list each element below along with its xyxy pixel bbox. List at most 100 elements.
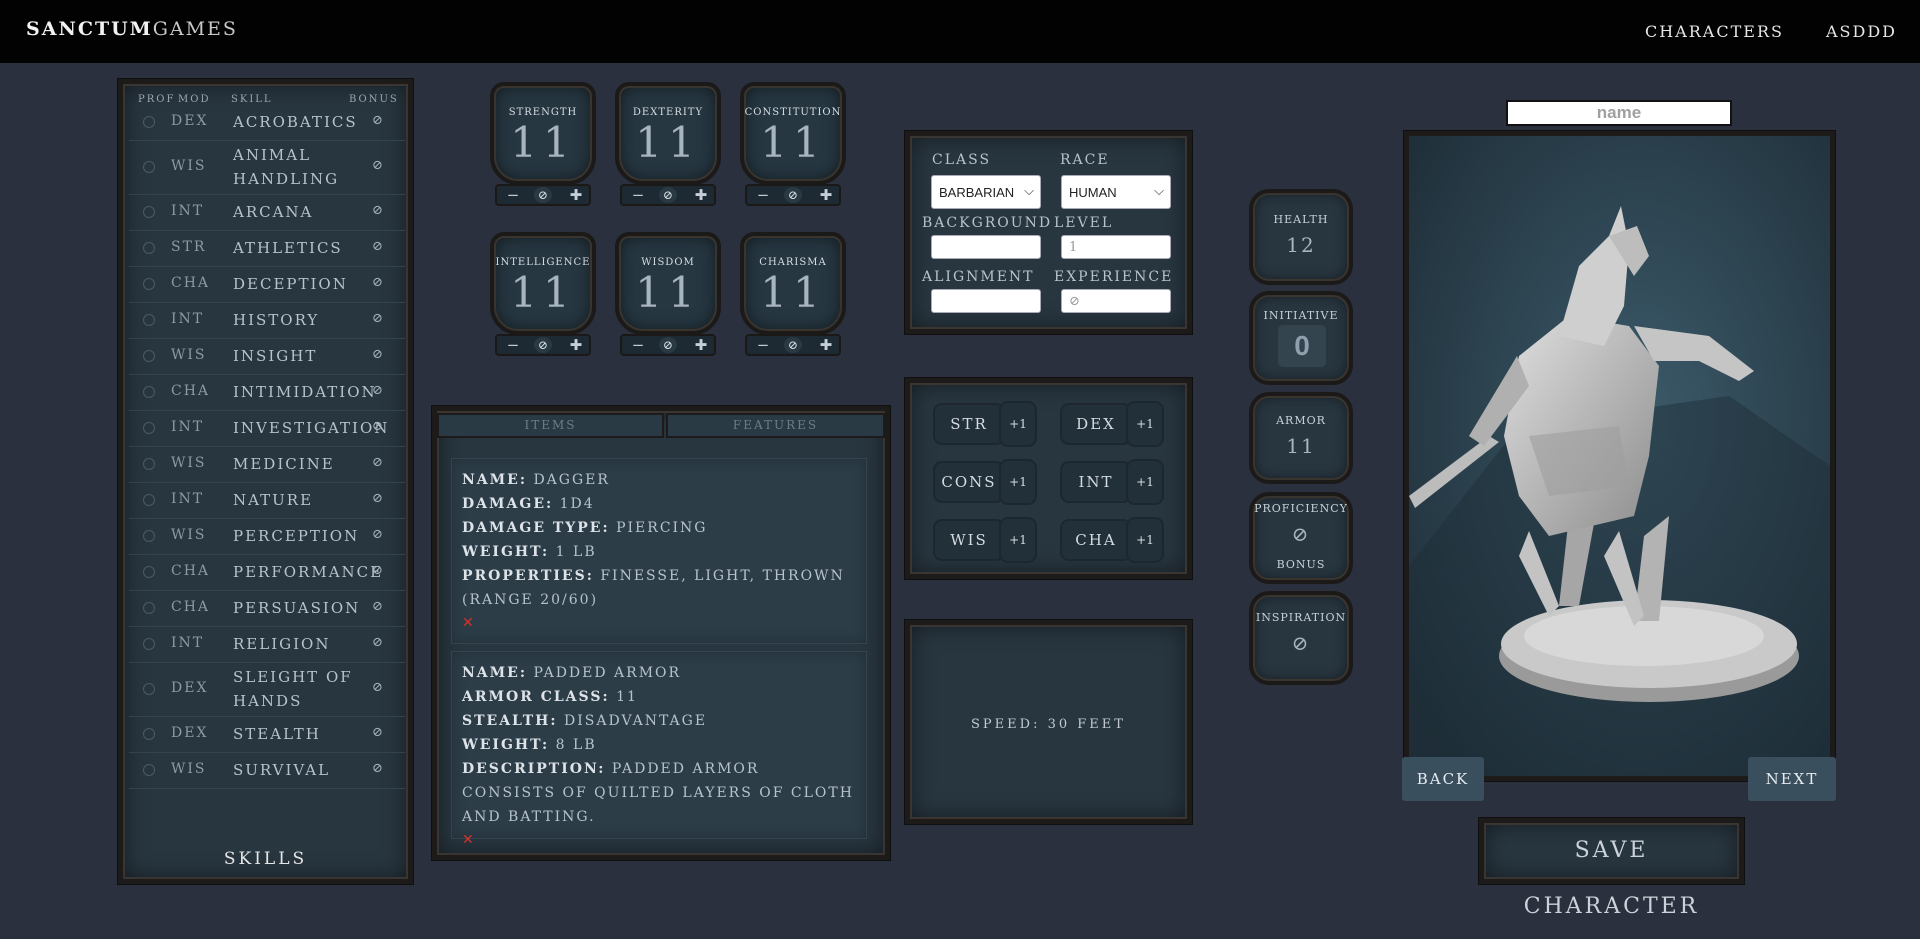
- skill-name: INTIMIDATION: [233, 383, 377, 401]
- plus-icon[interactable]: ✚: [815, 186, 837, 204]
- skill-bonus: ⊘: [372, 761, 383, 776]
- ability-strength: STRENGTH 11 − ⊘ ✚: [490, 82, 596, 206]
- race-label: RACE: [1060, 152, 1110, 168]
- reset-icon[interactable]: ⊘: [659, 187, 677, 203]
- proficiency-radio[interactable]: [143, 161, 155, 173]
- skill-row-religion: INT RELIGION ⊘: [129, 626, 405, 663]
- back-button[interactable]: BACK: [1402, 757, 1484, 801]
- class-select[interactable]: BARBARIAN ⌵: [931, 175, 1041, 209]
- plus-icon[interactable]: ✚: [815, 336, 837, 354]
- proficiency-radio[interactable]: [143, 683, 155, 695]
- minus-icon[interactable]: −: [627, 336, 649, 354]
- proficiency-radio[interactable]: [143, 458, 155, 470]
- minus-icon[interactable]: −: [502, 186, 524, 204]
- proficiency-radio[interactable]: [143, 386, 155, 398]
- inspiration-value[interactable]: ⊘: [1253, 631, 1349, 655]
- ability-score: 11: [635, 268, 701, 317]
- skill-name: DECEPTION: [233, 275, 348, 293]
- skill-name: NATURE: [233, 491, 314, 509]
- proficiency-radio[interactable]: [143, 638, 155, 650]
- inventory-panel: ITEMS FEATURES NAME: DAGGER DAMAGE: 1D4 DA…: [432, 406, 890, 860]
- skill-name: ANIMAL HANDLING: [233, 146, 340, 188]
- reset-icon[interactable]: ⊘: [534, 337, 552, 353]
- minus-icon[interactable]: −: [752, 336, 774, 354]
- proficiency-radio[interactable]: [143, 278, 155, 290]
- proficiency-radio[interactable]: [143, 530, 155, 542]
- skill-bonus: ⊘: [372, 491, 383, 506]
- item-attribute-value: 11: [609, 689, 638, 705]
- modifier-value: +1: [999, 517, 1037, 563]
- item-attribute: STEALTH: DISADVANTAGE: [462, 709, 856, 733]
- brand-logo[interactable]: SANCTUMGAMES: [26, 18, 238, 40]
- skill-name: ATHLETICS: [233, 239, 343, 257]
- modifier-value: +1: [999, 401, 1037, 447]
- level-input[interactable]: 1: [1061, 235, 1171, 259]
- ability-stepper: − ⊘ ✚: [620, 184, 716, 206]
- item-attribute-value: PADDED ARMOR: [527, 665, 682, 681]
- minus-icon[interactable]: −: [627, 186, 649, 204]
- modifier-wis: WIS +1: [933, 517, 1037, 563]
- proficiency-radio[interactable]: [143, 566, 155, 578]
- background-label: BACKGROUND: [922, 215, 1053, 231]
- proficiency-radio[interactable]: [143, 422, 155, 434]
- alignment-input[interactable]: [931, 289, 1041, 313]
- nav-characters-link[interactable]: CHARACTERS: [1645, 22, 1784, 41]
- reset-icon[interactable]: ⊘: [784, 337, 802, 353]
- minus-icon[interactable]: −: [752, 186, 774, 204]
- plus-icon[interactable]: ✚: [690, 186, 712, 204]
- proficiency-radio[interactable]: [143, 350, 155, 362]
- character-name-input[interactable]: name: [1506, 100, 1732, 126]
- tab-features[interactable]: FEATURES: [666, 413, 885, 438]
- ability-charisma: CHARISMA 11 − ⊘ ✚: [740, 232, 846, 356]
- skill-modifier: INT: [171, 419, 205, 435]
- item-attribute-key: DAMAGE:: [462, 496, 554, 512]
- ability-score: 11: [760, 118, 826, 167]
- skill-name: ACROBATICS: [233, 113, 358, 131]
- item-attribute-value: DISADVANTAGE: [557, 713, 708, 729]
- initiative-value[interactable]: 0: [1278, 325, 1326, 367]
- plus-icon[interactable]: ✚: [690, 336, 712, 354]
- skill-row-acrobatics: DEX ACROBATICS ⊘: [129, 104, 405, 141]
- item-attribute-key: PROPERTIES:: [462, 568, 594, 584]
- skill-bonus: ⊘: [372, 203, 383, 218]
- proficiency-radio[interactable]: [143, 116, 155, 128]
- proficiency-radio[interactable]: [143, 764, 155, 776]
- nav-user-link[interactable]: ASDDD: [1826, 22, 1897, 41]
- class-select-value: BARBARIAN: [939, 185, 1015, 200]
- minus-icon[interactable]: −: [502, 336, 524, 354]
- modifier-name: CHA: [1060, 519, 1132, 561]
- proficiency-radio[interactable]: [143, 728, 155, 740]
- delete-item-icon[interactable]: ✕: [462, 612, 856, 634]
- inspiration-label: INSPIRATION: [1255, 611, 1347, 624]
- delete-item-icon[interactable]: ✕: [462, 829, 856, 851]
- proficiency-radio[interactable]: [143, 242, 155, 254]
- reset-icon[interactable]: ⊘: [534, 187, 552, 203]
- reset-icon[interactable]: ⊘: [659, 337, 677, 353]
- proficiency-radio[interactable]: [143, 314, 155, 326]
- skill-row-investigation: INT INVESTIGATION ⊘: [129, 410, 405, 447]
- skill-bonus: ⊘: [372, 347, 383, 362]
- item-attribute-key: NAME:: [462, 472, 527, 488]
- plus-icon[interactable]: ✚: [565, 336, 587, 354]
- tab-items[interactable]: ITEMS: [437, 413, 664, 438]
- skill-modifier: INT: [171, 635, 205, 651]
- race-select[interactable]: HUMAN ⌵: [1061, 175, 1171, 209]
- reset-icon[interactable]: ⊘: [784, 187, 802, 203]
- save-character-button[interactable]: SAVE CHARACTER: [1479, 818, 1744, 919]
- background-input[interactable]: [931, 235, 1041, 259]
- item-card: NAME: PADDED ARMOR ARMOR CLASS: 11 STEALTH…: [451, 651, 867, 848]
- proficiency-radio[interactable]: [143, 602, 155, 614]
- level-label: LEVEL: [1054, 215, 1114, 231]
- plus-icon[interactable]: ✚: [565, 186, 587, 204]
- skill-name: SURVIVAL: [233, 761, 331, 779]
- skill-row-medicine: WIS MEDICINE ⊘: [129, 446, 405, 483]
- speed-panel: SPEED: 30 FEET: [905, 620, 1192, 824]
- experience-input[interactable]: ⊘: [1061, 289, 1171, 313]
- proficiency-radio[interactable]: [143, 206, 155, 218]
- skill-row-perception: WIS PERCEPTION ⊘: [129, 518, 405, 555]
- top-navbar: SANCTUMGAMES CHARACTERS ASDDD: [0, 0, 1920, 63]
- next-button[interactable]: NEXT: [1748, 757, 1836, 801]
- item-attribute-value: DAGGER: [527, 472, 610, 488]
- ability-intelligence: INTELLIGENCE 11 − ⊘ ✚: [490, 232, 596, 356]
- proficiency-radio[interactable]: [143, 494, 155, 506]
